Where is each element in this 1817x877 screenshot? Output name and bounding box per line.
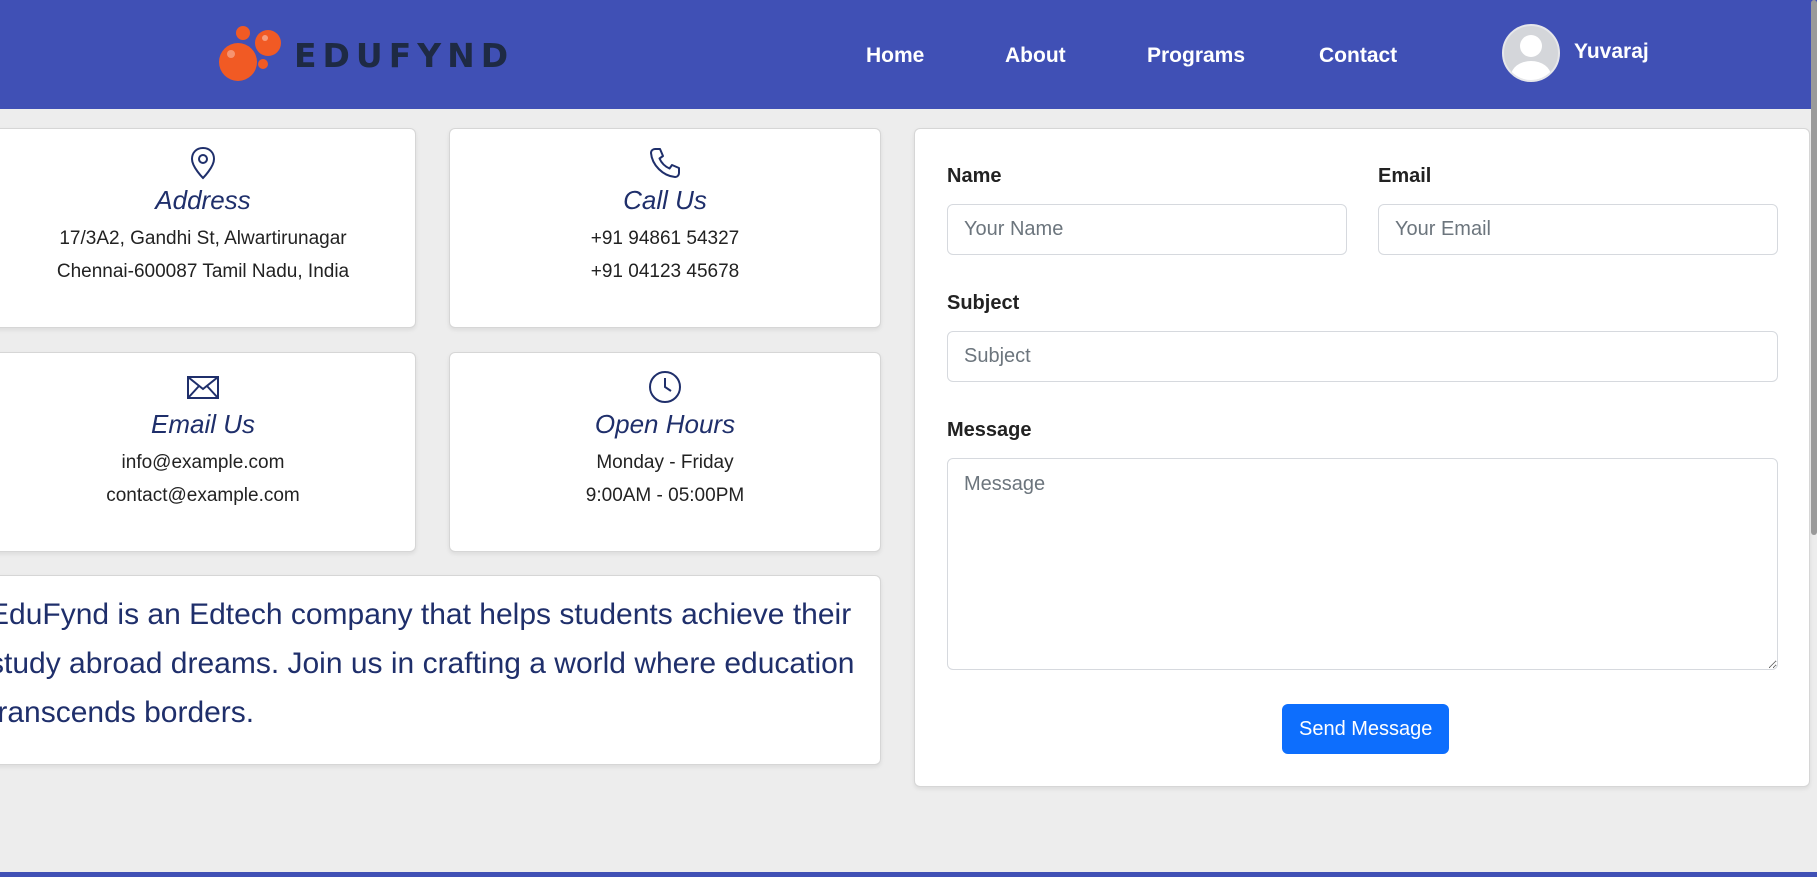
contact-form: Name Email Subject Message Send Message [914,128,1810,787]
nav-about-link[interactable]: About [1005,44,1066,68]
hours-line-1: Monday - Friday [596,452,734,473]
footer-strip [0,872,1817,877]
hours-card: Open Hours Monday - Friday 9:00AM - 05:0… [449,352,881,552]
address-card: Address 17/3A2, Gandhi St, Alwartirunaga… [0,128,416,328]
address-title: Address [155,185,251,215]
envelope-icon [187,376,219,399]
avatar[interactable] [1502,24,1560,82]
email-line-2[interactable]: contact@example.com [0,479,415,512]
top-navbar: EDUFYND Home About Programs Contact Yuva… [0,0,1817,109]
email-line-1[interactable]: info@example.com [0,446,415,479]
subject-field[interactable] [947,331,1778,382]
name-field[interactable] [947,204,1347,255]
nav-programs-link[interactable]: Programs [1147,44,1245,68]
user-menu[interactable]: Yuvaraj [1502,24,1649,82]
address-line-1: 17/3A2, Gandhi St, Alwartirunagar [59,228,347,249]
address-line-2: Chennai-600087 Tamil Nadu, India [56,261,350,282]
hours-title: Open Hours [594,409,736,439]
phone-line-1[interactable]: +91 94861 54327 [450,222,880,255]
nav-home-link[interactable]: Home [866,44,924,68]
phone-icon [650,148,680,178]
page-scrollbar[interactable] [1811,0,1817,535]
email-label: Email [1378,165,1432,187]
email-card: Email Us info@example.com contact@exampl… [0,352,416,552]
call-title: Call Us [623,185,707,215]
logo-bubbles-icon [218,24,282,86]
call-card: Call Us +91 94861 54327 +91 04123 45678 [449,128,881,328]
email-title: Email Us [150,409,255,439]
phone-line-2[interactable]: +91 04123 45678 [450,255,880,288]
clock-icon [649,371,681,403]
send-message-button[interactable]: Send Message [1282,704,1450,754]
about-text: EduFynd is an Edtech company that helps … [0,598,855,729]
map-pin-icon [190,146,216,180]
nav-contact-link[interactable]: Contact [1319,44,1397,68]
message-label: Message [947,419,1032,441]
about-card: EduFynd is an Edtech company that helps … [0,575,881,765]
message-field[interactable] [947,458,1778,670]
brand-logo[interactable]: EDUFYND [218,24,514,86]
username: Yuvaraj [1574,40,1649,63]
email-field[interactable] [1378,204,1778,255]
subject-label: Subject [947,292,1020,314]
name-label: Name [947,165,1002,187]
hours-line-2: 9:00AM - 05:00PM [585,485,745,506]
brand-name: EDUFYND [294,35,515,75]
